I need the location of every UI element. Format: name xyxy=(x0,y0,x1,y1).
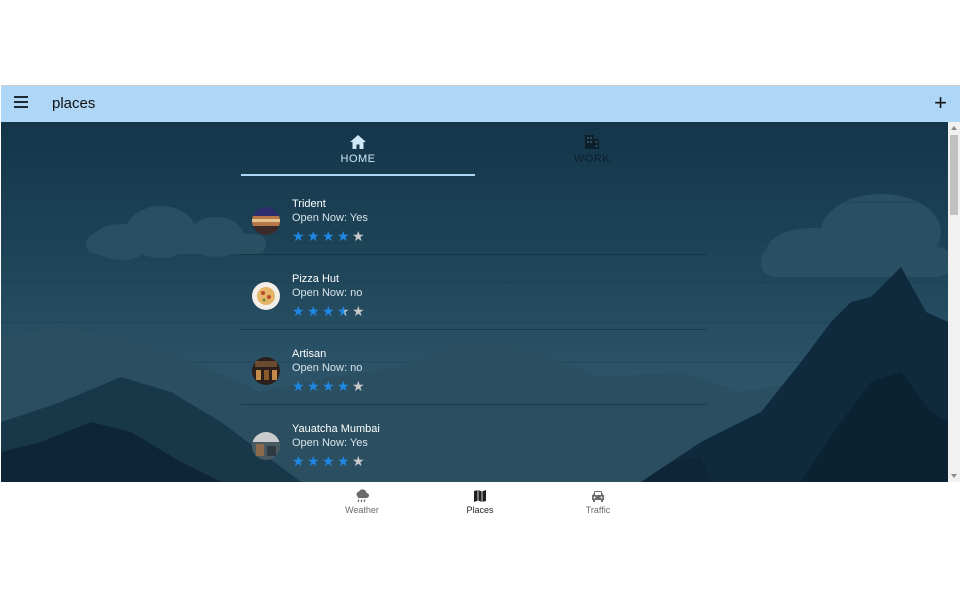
places-list: Trident Open Now: Yes ★ ★ ★ ★ ★ Pizza Hut Op… xyxy=(241,180,707,479)
place-name: Artisan xyxy=(292,348,327,360)
tabs: HOME WORK xyxy=(241,122,709,177)
rating-stars: ★ ★ ★ ★ ★ xyxy=(292,379,367,393)
place-name: Yauatcha Mumbai xyxy=(292,423,380,435)
car-icon xyxy=(539,489,657,504)
star-icon: ★ xyxy=(337,453,350,469)
nav-weather-label: Weather xyxy=(345,505,379,515)
place-open-status: Open Now: Yes xyxy=(292,212,368,224)
star-icon: ★ xyxy=(322,378,335,394)
tab-home[interactable]: HOME xyxy=(241,122,475,177)
place-name: Pizza Hut xyxy=(292,273,340,285)
list-item[interactable]: Pizza Hut Open Now: no ★ ★ ★ ★ ★ xyxy=(241,255,707,330)
nav-traffic[interactable]: Traffic xyxy=(539,482,657,525)
place-avatar xyxy=(252,357,280,385)
weather-cloud-icon xyxy=(303,489,421,504)
app-root: places + HOME WORK Trident Open Now: Yes… xyxy=(0,85,960,525)
star-icon: ★ xyxy=(307,378,320,394)
menu-icon[interactable] xyxy=(14,96,28,110)
star-icon: ★ xyxy=(352,453,365,469)
place-avatar xyxy=(252,432,280,460)
star-icon: ★ xyxy=(307,228,320,244)
list-item[interactable]: Artisan Open Now: no ★ ★ ★ ★ ★ xyxy=(241,330,707,405)
scroll-up-arrow-icon[interactable] xyxy=(951,126,957,130)
active-tab-indicator xyxy=(241,174,475,176)
map-icon xyxy=(421,489,539,504)
tab-work-label: WORK xyxy=(573,153,611,165)
list-item[interactable]: Yauatcha Mumbai Open Now: Yes ★ ★ ★ ★ ★ xyxy=(241,405,707,479)
tab-work[interactable]: WORK xyxy=(475,122,709,177)
place-name: Trident xyxy=(292,198,326,210)
star-icon: ★ xyxy=(352,228,365,244)
nav-places[interactable]: Places xyxy=(421,482,539,525)
star-icon: ★ xyxy=(292,228,305,244)
place-open-status: Open Now: no xyxy=(292,287,363,299)
place-avatar xyxy=(252,207,280,235)
star-icon: ★ xyxy=(352,378,365,394)
app-bar: places + xyxy=(1,85,960,123)
place-open-status: Open Now: Yes xyxy=(292,437,368,449)
star-icon: ★ xyxy=(337,378,350,394)
star-icon: ★ xyxy=(292,378,305,394)
nav-traffic-label: Traffic xyxy=(585,505,611,515)
place-avatar xyxy=(252,282,280,310)
rating-stars: ★ ★ ★ ★ ★ xyxy=(292,229,367,243)
scroll-down-arrow-icon[interactable] xyxy=(951,474,957,478)
scrollbar-thumb[interactable] xyxy=(950,135,958,215)
star-icon: ★ xyxy=(307,453,320,469)
star-icon: ★ xyxy=(322,303,335,319)
app-title: places xyxy=(52,95,96,112)
star-half-icon: ★ xyxy=(337,304,352,318)
nav-places-label: Places xyxy=(466,505,494,515)
star-icon: ★ xyxy=(292,303,305,319)
add-icon[interactable]: + xyxy=(934,92,947,114)
star-icon: ★ xyxy=(307,303,320,319)
places-panel: HOME WORK Trident Open Now: Yes ★ ★ ★ ★ ★ xyxy=(1,122,948,482)
vertical-scrollbar[interactable] xyxy=(948,122,960,482)
place-open-status: Open Now: no xyxy=(292,362,363,374)
star-icon: ★ xyxy=(352,303,365,319)
bottom-navigation: Weather Places Traffic xyxy=(0,482,960,525)
star-icon: ★ xyxy=(337,228,350,244)
star-icon: ★ xyxy=(322,228,335,244)
star-icon: ★ xyxy=(292,453,305,469)
rating-stars: ★ ★ ★ ★ ★ xyxy=(292,454,367,468)
nav-weather[interactable]: Weather xyxy=(303,482,421,525)
tab-home-label: HOME xyxy=(340,153,376,165)
list-item[interactable]: Trident Open Now: Yes ★ ★ ★ ★ ★ xyxy=(241,180,707,255)
home-icon xyxy=(241,135,475,151)
building-icon xyxy=(475,135,709,151)
star-icon: ★ xyxy=(322,453,335,469)
rating-stars: ★ ★ ★ ★ ★ xyxy=(292,304,367,318)
